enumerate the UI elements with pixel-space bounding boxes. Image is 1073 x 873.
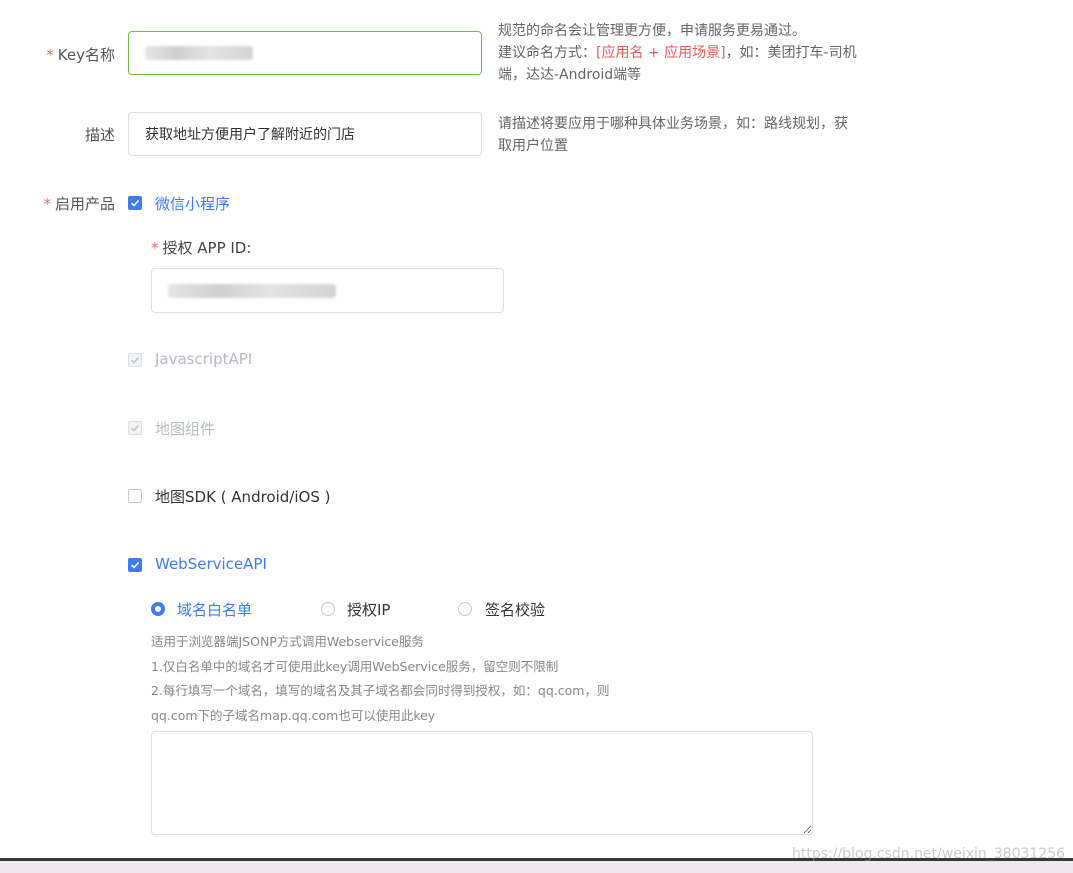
description-label: 描述	[84, 126, 115, 144]
domain-whitelist-textarea[interactable]	[151, 731, 813, 835]
check-icon	[130, 561, 140, 569]
app-id-input[interactable]	[151, 268, 504, 313]
js-api-label: JavascriptAPI	[155, 350, 253, 368]
check-icon	[130, 424, 140, 432]
key-name-redacted-value	[145, 46, 253, 60]
key-name-label: * Key名称	[46, 46, 115, 64]
map-sdk-label[interactable]: 地图SDK ( Android/iOS )	[155, 486, 330, 507]
radio-domain-whitelist-label[interactable]: 域名白名单	[177, 599, 252, 620]
webservice-label[interactable]: WebServiceAPI	[155, 555, 267, 573]
radio-authorized-ip[interactable]	[321, 602, 335, 616]
map-component-checkbox[interactable]	[128, 421, 142, 435]
radio-domain-whitelist[interactable]	[151, 602, 165, 616]
radio-signature-check[interactable]	[458, 602, 472, 616]
app-id-label: * 授权 APP ID:	[151, 239, 252, 257]
key-name-hint: 规范的命名会让管理更方便，申请服务更易通过。 建议命名方式：[应用名 + 应用场…	[498, 23, 857, 83]
app-id-redacted-value	[168, 283, 336, 298]
bottom-strip	[0, 861, 1073, 873]
radio-signature-check-label[interactable]: 签名校验	[485, 599, 545, 620]
description-input[interactable]: 获取地址方便用户了解附近的门店	[128, 112, 482, 156]
wechat-label[interactable]: 微信小程序	[155, 193, 230, 214]
products-label: * 启用产品	[43, 195, 115, 213]
wechat-checkbox[interactable]	[128, 196, 142, 210]
key-name-input[interactable]	[128, 31, 482, 75]
js-api-checkbox[interactable]	[128, 353, 142, 367]
check-icon	[130, 199, 140, 207]
map-component-label: 地图组件	[155, 420, 216, 438]
radio-authorized-ip-label[interactable]: 授权IP	[347, 599, 390, 620]
description-hint: 请描述将要应用于哪种具体业务场景，如：路线规划，获 取用户位置	[498, 116, 848, 154]
webservice-help-text: 适用于浏览器端JSONP方式调用Webservice服务 1.仅白名单中的域名才…	[151, 634, 610, 723]
check-icon	[130, 356, 140, 364]
map-sdk-checkbox[interactable]	[128, 489, 142, 503]
webservice-checkbox[interactable]	[128, 558, 142, 572]
watermark: https://blog.csdn.net/weixin_38031256	[792, 846, 1066, 862]
